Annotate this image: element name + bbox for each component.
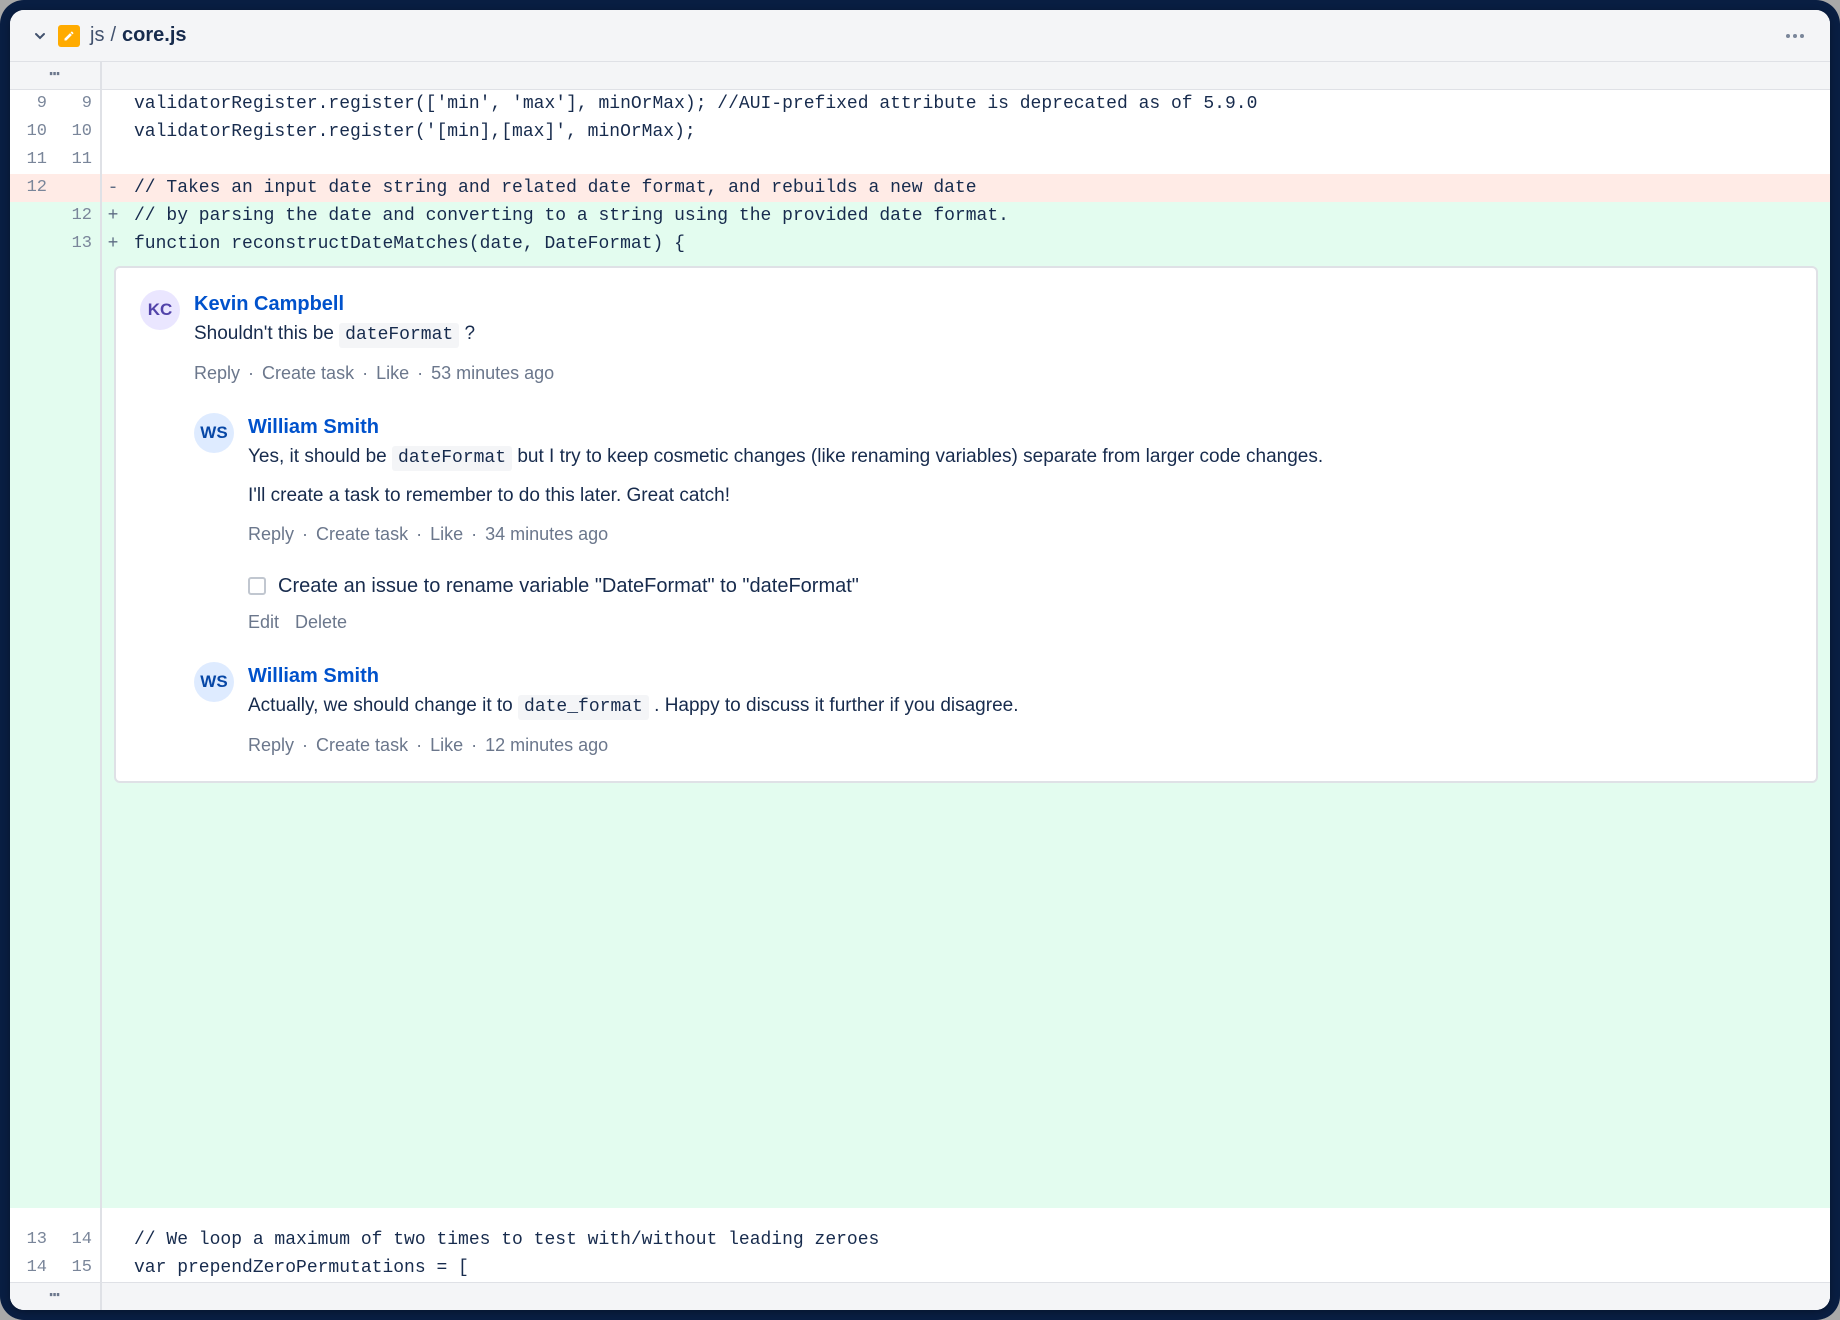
- create-task-link[interactable]: Create task: [316, 520, 408, 548]
- collapse-chevron-icon[interactable]: [32, 28, 48, 44]
- inline-code: dateFormat: [339, 323, 459, 348]
- old-line-number: 9: [10, 90, 55, 118]
- code-line: // We loop a maximum of two times to tes…: [102, 1226, 1830, 1254]
- line-number-gutter: ⋯ 99 1010 1111 12 12 13 1314 1415 ⋯: [10, 62, 102, 1310]
- inline-code: date_format: [518, 695, 649, 720]
- code-line: validatorRegister.register('[min],[max]'…: [102, 118, 1830, 146]
- file-header: js / core.js: [10, 10, 1830, 62]
- code-line: [102, 146, 1830, 174]
- comment-author-link[interactable]: Kevin Campbell: [194, 290, 344, 318]
- breadcrumb: js / core.js: [90, 24, 187, 47]
- avatar[interactable]: KC: [140, 290, 180, 330]
- inline-code: dateFormat: [392, 446, 512, 471]
- delete-task-link[interactable]: Delete: [295, 608, 347, 636]
- task-checkbox[interactable]: [248, 577, 266, 595]
- comment-reply: WS William Smith Actually, we should cha…: [194, 662, 1792, 759]
- code-line-removed: -// Takes an input date string and relat…: [102, 174, 1830, 202]
- reply-link[interactable]: Reply: [248, 731, 294, 759]
- comment-text: I'll create a task to remember to do thi…: [248, 482, 1792, 510]
- comment-actions: Reply Create task Like 53 minutes ago: [194, 359, 1792, 387]
- avatar[interactable]: WS: [194, 662, 234, 702]
- comment: KC Kevin Campbell Shouldn't this be date…: [140, 290, 1792, 387]
- task-item: Create an issue to rename variable "Date…: [248, 572, 1792, 600]
- comment-actions: Reply Create task Like 34 minutes ago: [248, 520, 1792, 548]
- reply-link[interactable]: Reply: [194, 359, 240, 387]
- reply-link[interactable]: Reply: [248, 520, 294, 548]
- avatar[interactable]: WS: [194, 413, 234, 453]
- more-actions-button[interactable]: [1782, 30, 1808, 42]
- like-link[interactable]: Like: [430, 731, 463, 759]
- ellipsis-icon: ⋯: [49, 1283, 60, 1311]
- comment-reply: WS William Smith Yes, it should be dateF…: [194, 413, 1792, 548]
- create-task-link[interactable]: Create task: [316, 731, 408, 759]
- breadcrumb-separator: /: [110, 24, 116, 47]
- edit-task-link[interactable]: Edit: [248, 608, 279, 636]
- expand-context-top[interactable]: ⋯: [10, 62, 100, 90]
- folder-name: js: [90, 24, 104, 47]
- create-task-link[interactable]: Create task: [262, 359, 354, 387]
- expand-context-bottom[interactable]: ⋯: [10, 1282, 100, 1310]
- task-actions: Edit Delete: [248, 608, 1792, 636]
- comment-actions: Reply Create task Like 12 minutes ago: [248, 731, 1792, 759]
- diff-view: ⋯ 99 1010 1111 12 12 13 1314 1415 ⋯ vali…: [10, 62, 1830, 1310]
- file-name: core.js: [122, 24, 186, 47]
- comment-timestamp: 34 minutes ago: [485, 520, 608, 548]
- comment-text: Shouldn't this be: [194, 323, 339, 344]
- like-link[interactable]: Like: [376, 359, 409, 387]
- comment-author-link[interactable]: William Smith: [248, 662, 379, 690]
- code-line: validatorRegister.register(['min', 'max'…: [102, 90, 1830, 118]
- ellipsis-icon: ⋯: [49, 62, 60, 90]
- task-text: Create an issue to rename variable "Date…: [278, 572, 859, 600]
- code-line-added: +// by parsing the date and converting t…: [102, 202, 1830, 230]
- comment-timestamp: 53 minutes ago: [431, 359, 554, 387]
- code-line: var prependZeroPermutations = [: [102, 1254, 1830, 1282]
- comment-timestamp: 12 minutes ago: [485, 731, 608, 759]
- code-line-added: +function reconstructDateMatches(date, D…: [102, 230, 1830, 258]
- file-modified-icon: [58, 25, 80, 47]
- new-line-number: 9: [55, 90, 100, 118]
- comment-thread: KC Kevin Campbell Shouldn't this be date…: [114, 266, 1818, 783]
- like-link[interactable]: Like: [430, 520, 463, 548]
- comment-author-link[interactable]: William Smith: [248, 413, 379, 441]
